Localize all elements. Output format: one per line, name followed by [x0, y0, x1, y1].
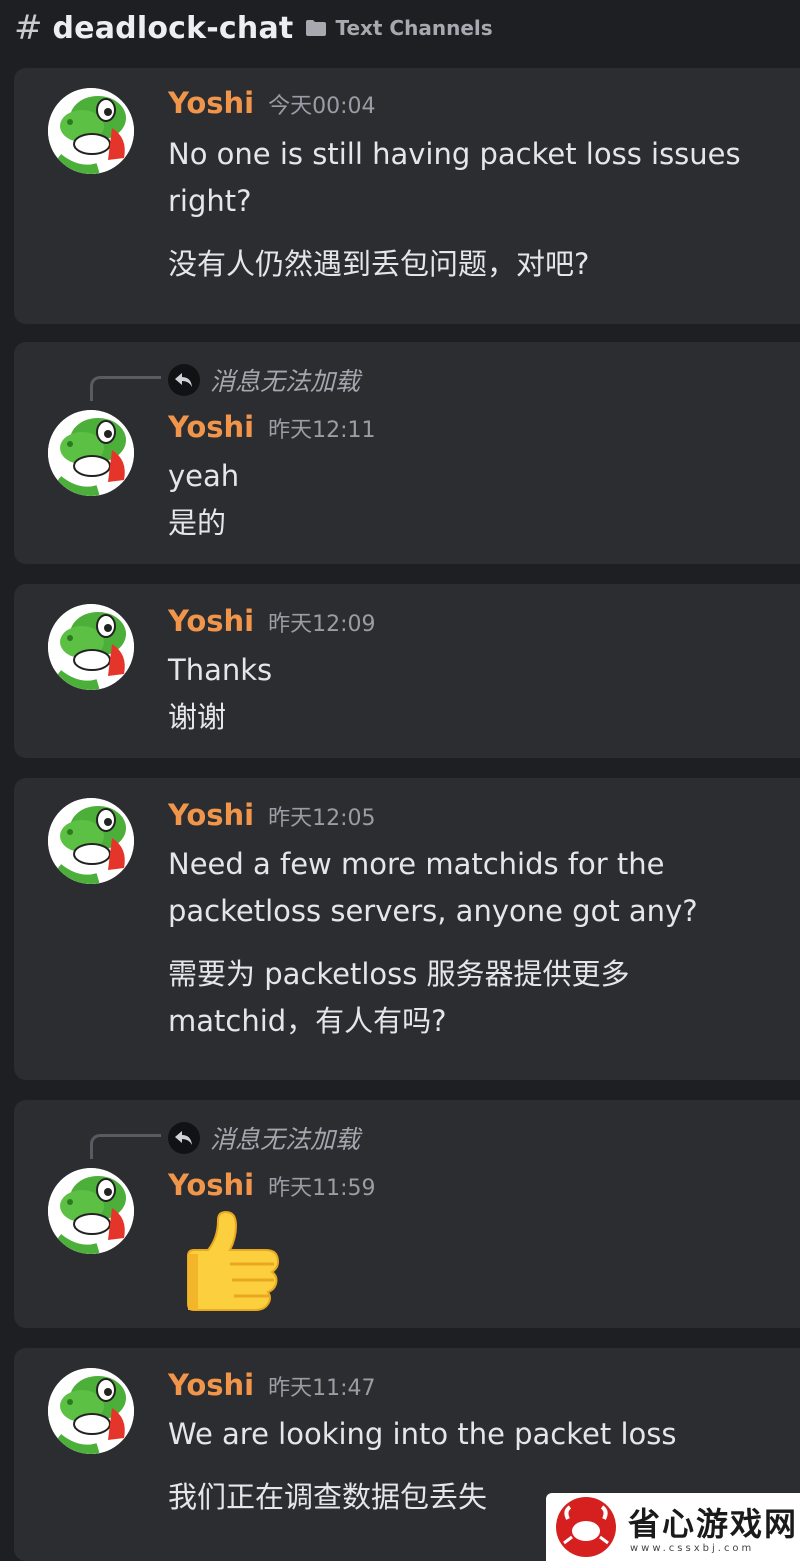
reply-arrow-icon	[168, 364, 200, 396]
message-line: yeah	[168, 459, 240, 493]
avatar[interactable]	[48, 1368, 134, 1454]
message-line: No one is still having packet loss issue…	[168, 137, 741, 171]
message-line: We are looking into the packet loss	[168, 1417, 677, 1451]
message-card: 消息无法加载 Yoshi 昨天11:59	[14, 1100, 800, 1328]
message-line: packetloss servers, anyone got any?	[168, 894, 698, 928]
reply-connector	[90, 376, 161, 401]
message-line: Need a few more matchids for the	[168, 847, 665, 881]
reply-preview[interactable]: 消息无法加载	[168, 1120, 360, 1156]
site-watermark: 省心游戏网 www.cssxbj.com	[546, 1493, 800, 1561]
channel-hash-icon: #	[14, 8, 43, 48]
message-line: right?	[168, 184, 252, 218]
message-author[interactable]: Yoshi	[168, 1168, 254, 1202]
thumbs-up-icon	[174, 1210, 286, 1320]
message-author[interactable]: Yoshi	[168, 798, 254, 832]
message-author[interactable]: Yoshi	[168, 410, 254, 444]
channel-header: # deadlock-chat Text Channels	[0, 0, 800, 56]
watermark-text: 省心游戏网	[628, 1505, 799, 1543]
crab-logo-icon	[556, 1497, 616, 1557]
message-timestamp: 昨天12:11	[268, 418, 376, 443]
avatar[interactable]	[48, 88, 134, 174]
message-text: No one is still having packet loss issue…	[168, 131, 778, 288]
message-card: Yoshi 昨天12:05 Need a few more matchids f…	[14, 778, 800, 1080]
reply-arrow-icon	[168, 1122, 200, 1154]
message-timestamp: 昨天11:47	[268, 1376, 376, 1401]
message-author[interactable]: Yoshi	[168, 86, 254, 120]
reply-connector	[90, 1134, 161, 1159]
message-timestamp: 昨天11:59	[268, 1176, 376, 1201]
channel-category[interactable]: Text Channels	[335, 16, 492, 40]
reply-preview[interactable]: 消息无法加载	[168, 362, 360, 398]
message-text: Thanks 谢谢	[168, 647, 778, 741]
watermark-url: www.cssxbj.com	[630, 1543, 755, 1554]
message-timestamp: 昨天12:05	[268, 806, 376, 831]
message-author[interactable]: Yoshi	[168, 604, 254, 638]
message-line: Thanks	[168, 653, 273, 687]
message-text: Need a few more matchids for the packetl…	[168, 841, 778, 1045]
avatar[interactable]	[48, 798, 134, 884]
message-translation: 谢谢	[168, 700, 227, 734]
message-text: yeah 是的	[168, 453, 778, 547]
message-translation: 是的	[168, 506, 227, 540]
reply-text: 消息无法加载	[210, 1125, 361, 1154]
message-timestamp: 昨天12:09	[268, 612, 376, 637]
avatar[interactable]	[48, 1168, 134, 1254]
avatar[interactable]	[48, 410, 134, 496]
folder-icon	[305, 19, 327, 37]
channel-name[interactable]: deadlock-chat	[53, 11, 294, 46]
avatar[interactable]	[48, 604, 134, 690]
message-card: Yoshi 今天00:04 No one is still having pac…	[14, 68, 800, 324]
message-author[interactable]: Yoshi	[168, 1368, 254, 1402]
message-card: Yoshi 昨天12:09 Thanks 谢谢	[14, 584, 800, 758]
message-card: 消息无法加载 Yoshi 昨天12:11 yeah 是的	[14, 342, 800, 564]
message-timestamp: 今天00:04	[268, 94, 376, 119]
message-translation: 需要为 packetloss 服务器提供更多	[168, 957, 630, 991]
message-translation: matchid，有人有吗?	[168, 1004, 447, 1038]
message-translation: 没有人仍然遇到丢包问题，对吧?	[168, 247, 590, 281]
reply-text: 消息无法加载	[210, 367, 361, 396]
